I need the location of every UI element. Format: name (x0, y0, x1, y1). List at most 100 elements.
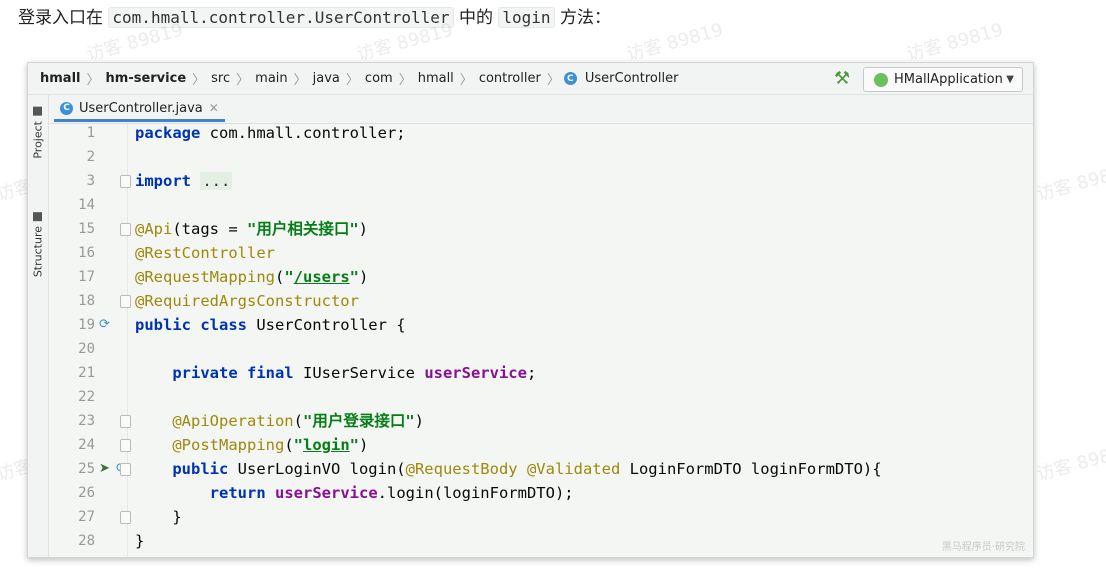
tab-usercontroller[interactable]: C UserController.java ✕ (54, 97, 225, 122)
close-icon[interactable]: ✕ (209, 101, 219, 115)
line-number: 20 (78, 341, 95, 357)
fold-marker-icon[interactable] (120, 511, 131, 524)
structure-icon (33, 212, 43, 221)
breadcrumb-separator-icon: 〉 (459, 73, 473, 88)
code-line[interactable]: 14 (49, 193, 1033, 217)
line-number: 1 (86, 125, 95, 141)
code-text: public class UserController { (135, 313, 406, 337)
breadcrumb-separator-icon: 〉 (398, 73, 412, 88)
code-token: private final (172, 364, 294, 382)
build-hammer-icon[interactable]: ⚒ (834, 68, 850, 89)
code-text: package com.hmall.controller; (135, 121, 406, 145)
code-text: } (135, 505, 182, 529)
breadcrumb-item[interactable]: main (253, 71, 289, 86)
fold-marker-icon[interactable] (120, 175, 131, 188)
breadcrumb-item[interactable]: com (363, 71, 395, 86)
code-text: @RestController (135, 241, 275, 265)
breadcrumb-item[interactable]: UserController (583, 71, 681, 86)
code-token: ( (293, 412, 303, 430)
code-text: public UserLoginVO login(@RequestBody @V… (135, 457, 881, 481)
code-token: com.hmall.controller; (209, 124, 406, 142)
fold-marker-icon[interactable] (120, 223, 131, 236)
code-line[interactable]: 3 import ... (49, 169, 1033, 193)
line-number: 17 (78, 269, 95, 285)
code-line[interactable]: 15 @Api(tags = "用户相关接口") (49, 217, 1033, 241)
code-token: ; (526, 364, 537, 382)
breadcrumb-separator-icon: 〉 (86, 73, 100, 88)
code-line[interactable]: 21 private final IUserService userServic… (49, 361, 1033, 385)
tab-filename: UserController.java (79, 100, 203, 116)
code-line[interactable]: 18 @RequiredArgsConstructor (49, 289, 1033, 313)
code-text: @PostMapping("login") (135, 433, 368, 457)
line-number: 19 (78, 317, 95, 333)
code-line[interactable]: 23 @ApiOperation("用户登录接口") (49, 409, 1033, 433)
structure-tool-tab[interactable]: Structure (29, 212, 47, 277)
code-line[interactable]: 2 (49, 145, 1033, 169)
code-line[interactable]: 25➤⟳ public UserLoginVO login(@RequestBo… (49, 457, 1033, 481)
code-token: " (349, 268, 360, 286)
folder-icon (33, 107, 43, 116)
breadcrumb-item[interactable]: hmall (416, 71, 456, 86)
intro-middle: 中的 (458, 8, 493, 28)
breadcrumb-item[interactable]: hm-service (104, 71, 189, 86)
watermark-text: 访客 89819 (624, 19, 726, 66)
code-token: return (209, 484, 266, 502)
code-text: @RequestMapping("/users") (135, 265, 368, 289)
code-token: @RequestMapping (135, 268, 275, 286)
code-token: } (135, 508, 182, 526)
watermark-text: 访客 89819 (1034, 159, 1106, 206)
code-line[interactable]: 1 package com.hmall.controller; (49, 121, 1033, 145)
breadcrumb-item[interactable]: src (209, 71, 232, 86)
project-tool-tab[interactable]: Project (29, 107, 47, 159)
method-code: login (498, 7, 555, 28)
code-token: ... (200, 172, 233, 190)
code-line[interactable]: 17 @RequestMapping("/users") (49, 265, 1033, 289)
fold-marker-icon[interactable] (120, 439, 131, 452)
code-text: @ApiOperation("用户登录接口") (135, 409, 424, 433)
code-token: package (135, 124, 210, 142)
intro-text: 登录入口在 com.hmall.controller.UserControlle… (18, 6, 611, 30)
signature-watermark: 黑马程序员·研究院 (941, 542, 1025, 553)
line-number: 26 (78, 485, 95, 501)
code-text: private final IUserService userService; (135, 361, 536, 385)
fold-marker-icon[interactable] (120, 295, 131, 308)
code-token: } (135, 532, 145, 550)
code-line[interactable]: 28} (49, 529, 1033, 553)
code-line[interactable]: 24 @PostMapping("login") (49, 433, 1033, 457)
run-config-dropdown[interactable]: HMallApplication ▼ (863, 67, 1023, 92)
code-token: public class (135, 316, 247, 334)
code-token: "用户登录接口" (303, 412, 415, 430)
breadcrumb: hmall 〉 hm-service 〉 src 〉 main 〉 java 〉 com 〉 hmall… (28, 69, 680, 88)
spring-bean-icon[interactable]: ⟳ (99, 313, 110, 337)
run-gutter-icon[interactable]: ➤ (99, 457, 110, 481)
breadcrumb-item[interactable]: java (311, 71, 342, 86)
code-line[interactable]: 26 return userService.login(loginFormDTO… (49, 481, 1033, 505)
code-line[interactable]: 27 } (49, 505, 1033, 529)
code-token: @RequestBody @Validated (405, 460, 621, 478)
breadcrumb-item[interactable]: controller (477, 71, 543, 86)
line-number: 18 (78, 293, 95, 309)
code-line[interactable]: 22 (49, 385, 1033, 409)
code-editor[interactable]: 1 package com.hmall.controller; 2 3 import .… (49, 124, 1033, 557)
code-line[interactable]: 16 @RestController (49, 241, 1033, 265)
code-text: } (135, 529, 144, 553)
code-line[interactable]: 19 ⟳ public class UserController { (49, 313, 1033, 337)
code-token: " (349, 436, 360, 454)
intro-prefix: 登录入口在 (18, 8, 103, 28)
code-token: " (284, 268, 294, 286)
code-token: UserLoginVO login( (228, 460, 406, 478)
line-number: 24 (78, 437, 95, 453)
fold-marker-icon[interactable] (120, 463, 131, 476)
code-line[interactable]: 20 (49, 337, 1033, 361)
breadcrumb-item[interactable]: hmall (38, 71, 83, 86)
ide-window: hmall 〉 hm-service 〉 src 〉 main 〉 java 〉 com 〉 hmall… (27, 62, 1034, 558)
fold-marker-icon[interactable] (120, 415, 131, 428)
code-token: ) (359, 436, 369, 454)
line-number: 14 (78, 197, 95, 213)
code-token: (tags = (172, 220, 247, 238)
